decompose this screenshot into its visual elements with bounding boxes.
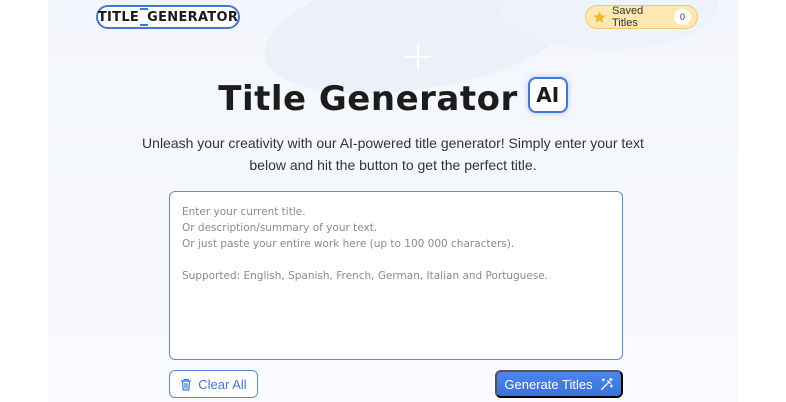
clear-all-button[interactable]: Clear All [169,370,258,398]
clear-all-label: Clear All [198,376,247,392]
site-logo[interactable]: TITLE GENERATOR [96,5,240,29]
generate-titles-button[interactable]: Generate Titles [495,370,623,398]
sparkle-icon [405,44,431,70]
saved-titles-label: Saved Titles [612,5,644,29]
page-subtitle: Unleash your creativity with our AI-powe… [142,135,644,173]
generate-titles-label: Generate Titles [504,376,593,392]
ai-badge: AI [527,77,568,113]
saved-titles-button[interactable]: Saved Titles 0 [585,5,698,29]
logo-text-title: TITLE [97,9,140,25]
hero-heading: Title Generator AI [0,76,786,122]
page-title: Title Generator [218,79,518,119]
saved-titles-count-badge: 0 [673,9,691,25]
logo-text-generator: GENERATOR [147,9,239,25]
trash-icon [180,378,192,391]
star-icon [592,10,607,25]
magic-wand-icon [599,377,614,392]
title-input-textarea[interactable]: Enter your current title. Or description… [169,191,623,360]
